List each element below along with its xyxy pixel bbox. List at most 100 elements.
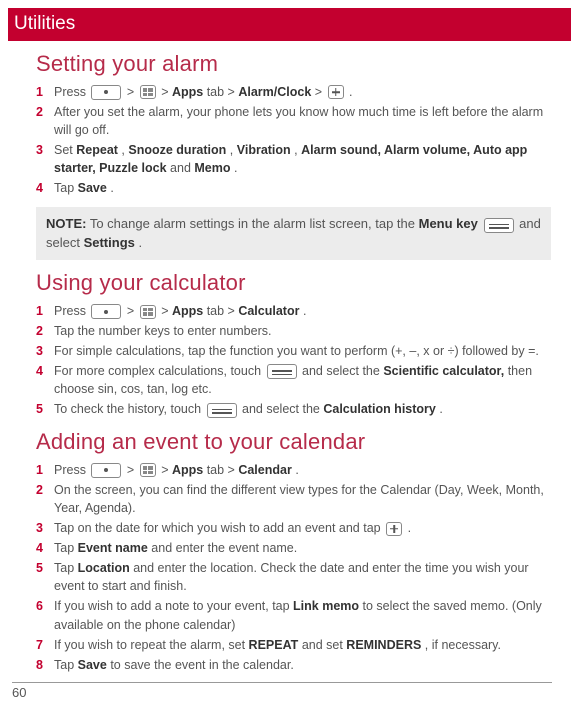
home-key-icon <box>91 85 121 100</box>
bold: REMINDERS <box>346 638 421 652</box>
text: Tap <box>54 541 78 555</box>
heading-setting-alarm: Setting your alarm <box>36 51 551 77</box>
text: and select the <box>242 402 323 416</box>
text: , <box>230 143 237 157</box>
note-label: NOTE: <box>46 216 86 231</box>
cal-steps: Press > > Apps tab > Calendar . On the s… <box>36 461 551 674</box>
text: and set <box>302 638 346 652</box>
cal-step-3: Tap on the date for which you wish to ad… <box>36 519 551 537</box>
bold: Link memo <box>293 599 359 613</box>
calc-steps: Press > > Apps tab > Calculator . Tap th… <box>36 302 551 419</box>
home-key-icon <box>91 304 121 319</box>
bold: Settings <box>84 235 135 250</box>
bold: Scientific calculator, <box>383 364 504 378</box>
text: If you wish to add a note to your event,… <box>54 599 293 613</box>
text: For more complex calculations, touch <box>54 364 265 378</box>
alarm-step-2: After you set the alarm, your phone lets… <box>36 103 551 139</box>
text: If you wish to repeat the alarm, set <box>54 638 249 652</box>
text: . <box>408 521 411 535</box>
text: To change alarm settings in the alarm li… <box>90 216 419 231</box>
note-box: NOTE: To change alarm settings in the al… <box>36 207 551 259</box>
bold: Apps <box>172 463 203 477</box>
bold: Location <box>78 561 130 575</box>
text: . <box>295 463 298 477</box>
bold: Apps <box>172 304 203 318</box>
bold-alarmclock: Alarm/Clock <box>238 85 311 99</box>
alarm-step-1: Press > > Apps tab > Alarm/Clock > . <box>36 83 551 101</box>
page-content: Setting your alarm Press > > Apps tab > … <box>0 51 579 674</box>
home-key-icon <box>91 463 121 478</box>
text: tab > <box>207 463 239 477</box>
text: . <box>234 161 237 175</box>
cal-step-6: If you wish to add a note to your event,… <box>36 597 551 633</box>
text: > <box>127 85 138 99</box>
bold: Memo <box>194 161 230 175</box>
bold: Save <box>78 181 107 195</box>
text: and select the <box>302 364 383 378</box>
bold: Calendar <box>238 463 292 477</box>
bold: Calculator <box>238 304 299 318</box>
alarm-steps: Press > > Apps tab > Alarm/Clock > . Aft… <box>36 83 551 198</box>
calc-step-5: To check the history, touch and select t… <box>36 400 551 418</box>
bold: Event name <box>78 541 148 555</box>
text: To check the history, touch <box>54 402 205 416</box>
text: > <box>161 463 172 477</box>
bold: Menu key <box>419 216 478 231</box>
heading-calculator: Using your calculator <box>36 270 551 296</box>
bold-apps: Apps <box>172 85 203 99</box>
heading-calendar: Adding an event to your calendar <box>36 429 551 455</box>
apps-grid-icon <box>140 85 156 99</box>
cal-step-4: Tap Event name and enter the event name. <box>36 539 551 557</box>
text: Tap on the date for which you wish to ad… <box>54 521 384 535</box>
page-number: 60 <box>12 682 552 700</box>
plus-icon <box>328 85 344 99</box>
bold: Repeat <box>76 143 118 157</box>
text: Press <box>54 463 89 477</box>
apps-grid-icon <box>140 305 156 319</box>
text: and <box>170 161 194 175</box>
cal-step-2: On the screen, you can find the differen… <box>36 481 551 517</box>
calc-step-2: Tap the number keys to enter numbers. <box>36 322 551 340</box>
text: > <box>161 304 172 318</box>
text: and enter the event name. <box>151 541 297 555</box>
bold: Calculation history <box>323 402 436 416</box>
calc-step-4: For more complex calculations, touch and… <box>36 362 551 398</box>
alarm-step-3: Set Repeat , Snooze duration , Vibration… <box>36 141 551 177</box>
bold: Save <box>78 658 107 672</box>
text: Tap <box>54 658 78 672</box>
text: tab > <box>207 85 239 99</box>
text: Tap <box>54 181 78 195</box>
bold: Vibration <box>237 143 291 157</box>
cal-step-5: Tap Location and enter the location. Che… <box>36 559 551 595</box>
alarm-step-4: Tap Save . <box>36 179 551 197</box>
text: > <box>161 85 172 99</box>
cal-step-1: Press > > Apps tab > Calendar . <box>36 461 551 479</box>
text: , if necessary. <box>425 638 501 652</box>
text: . <box>349 85 352 99</box>
chapter-title: Utilities <box>8 8 571 41</box>
text: > <box>127 463 138 477</box>
text: Press <box>54 85 89 99</box>
bold: REPEAT <box>249 638 299 652</box>
calc-step-3: For simple calculations, tap the functio… <box>36 342 551 360</box>
menu-key-icon <box>484 218 514 233</box>
text: to save the event in the calendar. <box>110 658 293 672</box>
text: . <box>303 304 306 318</box>
apps-grid-icon <box>140 463 156 477</box>
text: . <box>439 402 442 416</box>
bold: Snooze duration <box>128 143 226 157</box>
cal-step-7: If you wish to repeat the alarm, set REP… <box>36 636 551 654</box>
menu-key-icon <box>207 403 237 418</box>
text: tab > <box>207 304 239 318</box>
plus-icon <box>386 522 402 536</box>
text: > <box>315 85 326 99</box>
calc-step-1: Press > > Apps tab > Calculator . <box>36 302 551 320</box>
text: Tap <box>54 561 78 575</box>
text: . <box>110 181 113 195</box>
text: . <box>139 235 143 250</box>
menu-key-icon <box>267 364 297 379</box>
text: Press <box>54 304 89 318</box>
text: Set <box>54 143 76 157</box>
text: > <box>127 304 138 318</box>
cal-step-8: Tap Save to save the event in the calend… <box>36 656 551 674</box>
